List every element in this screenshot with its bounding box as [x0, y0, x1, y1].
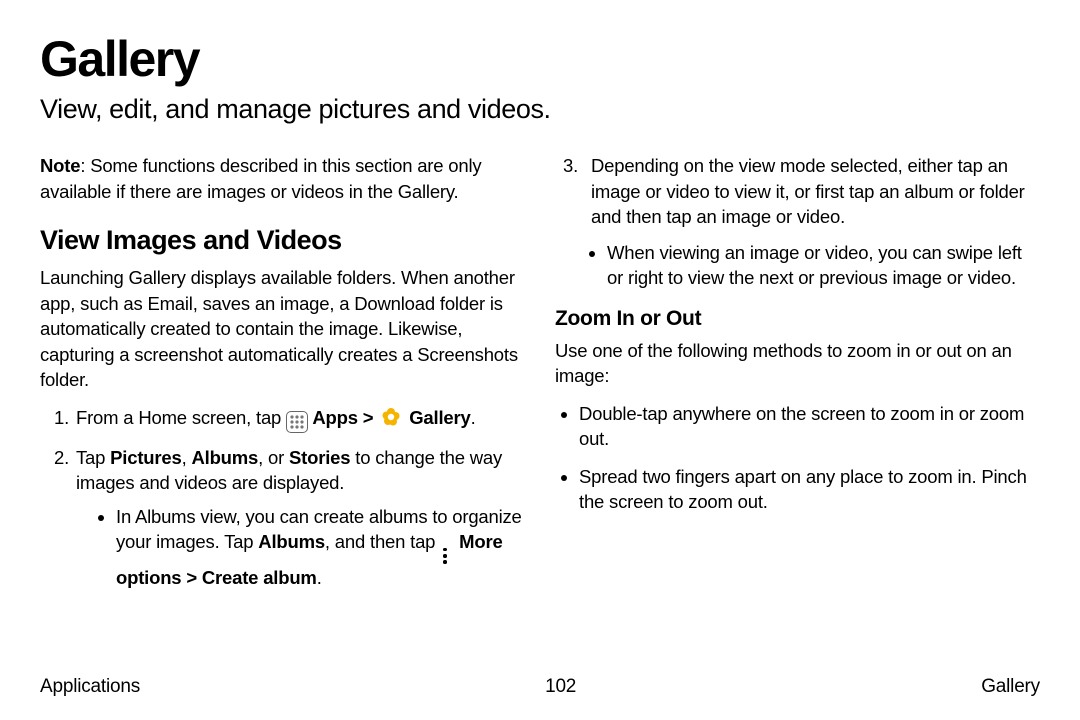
step3-sub-item: When viewing an image or video, you can … [607, 240, 1040, 291]
note-paragraph: Note: Some functions described in this s… [40, 153, 525, 204]
gallery-label: Gallery [404, 407, 470, 428]
step-3-text: Depending on the view mode selected, eit… [591, 155, 1025, 227]
page-subtitle: View, edit, and manage pictures and vide… [40, 94, 1040, 125]
note-text: : Some functions described in this secti… [40, 155, 481, 202]
step2-m1: , [182, 447, 192, 468]
step2-stories: Stories [289, 447, 350, 468]
left-column: Note: Some functions described in this s… [40, 153, 525, 602]
zoom-bullet-2: Spread two fingers apart on any place to… [579, 464, 1040, 515]
footer-right: Gallery [981, 676, 1040, 698]
step2-sub-m1: , and then tap [325, 531, 440, 552]
right-column: 3. Depending on the view mode selected, … [555, 153, 1040, 602]
page-title: Gallery [40, 30, 1040, 88]
step2-pictures: Pictures [110, 447, 181, 468]
step-1-pre: From a Home screen, tap [76, 407, 286, 428]
more-options-icon [440, 547, 450, 565]
step2-pre: Tap [76, 447, 110, 468]
view-images-paragraph: Launching Gallery displays available fol… [40, 265, 525, 393]
step2-sub-item: In Albums view, you can create albums to… [116, 504, 525, 591]
zoom-bullets: Double-tap anywhere on the screen to zoo… [555, 401, 1040, 515]
steps-continued: 3. Depending on the view mode selected, … [555, 153, 1040, 230]
note-label: Note [40, 155, 80, 176]
step2-albums: Albums [191, 447, 258, 468]
two-column-body: Note: Some functions described in this s… [40, 153, 1040, 602]
page-footer: Applications 102 Gallery [40, 676, 1040, 698]
manual-page: Gallery View, edit, and manage pictures … [0, 0, 1080, 720]
step2-sub-post: . [317, 567, 322, 588]
apps-label: Apps [308, 407, 358, 428]
step3-sub-list: When viewing an image or video, you can … [555, 240, 1040, 291]
zoom-paragraph: Use one of the following methods to zoom… [555, 338, 1040, 389]
gallery-icon [380, 406, 402, 428]
step2-sub-albums: Albums [258, 531, 325, 552]
view-images-heading: View Images and Videos [40, 222, 525, 259]
step-2: Tap Pictures, Albums, or Stories to chan… [74, 445, 525, 591]
step2-sub-list: In Albums view, you can create albums to… [76, 504, 525, 591]
zoom-heading: Zoom In or Out [555, 305, 1040, 334]
step-1: From a Home screen, tap Apps > Gallery. [74, 405, 525, 433]
step2-m2: , or [258, 447, 289, 468]
zoom-bullet-1: Double-tap anywhere on the screen to zoo… [579, 401, 1040, 452]
step-3-number: 3. [563, 153, 578, 179]
step-3: 3. Depending on the view mode selected, … [563, 153, 1040, 230]
apps-icon [286, 411, 308, 433]
footer-left: Applications [40, 676, 140, 698]
footer-page-number: 102 [545, 676, 576, 698]
step1-separator: > [358, 407, 378, 428]
steps-list: From a Home screen, tap Apps > Gallery. … [40, 405, 525, 591]
step1-post: . [471, 407, 476, 428]
